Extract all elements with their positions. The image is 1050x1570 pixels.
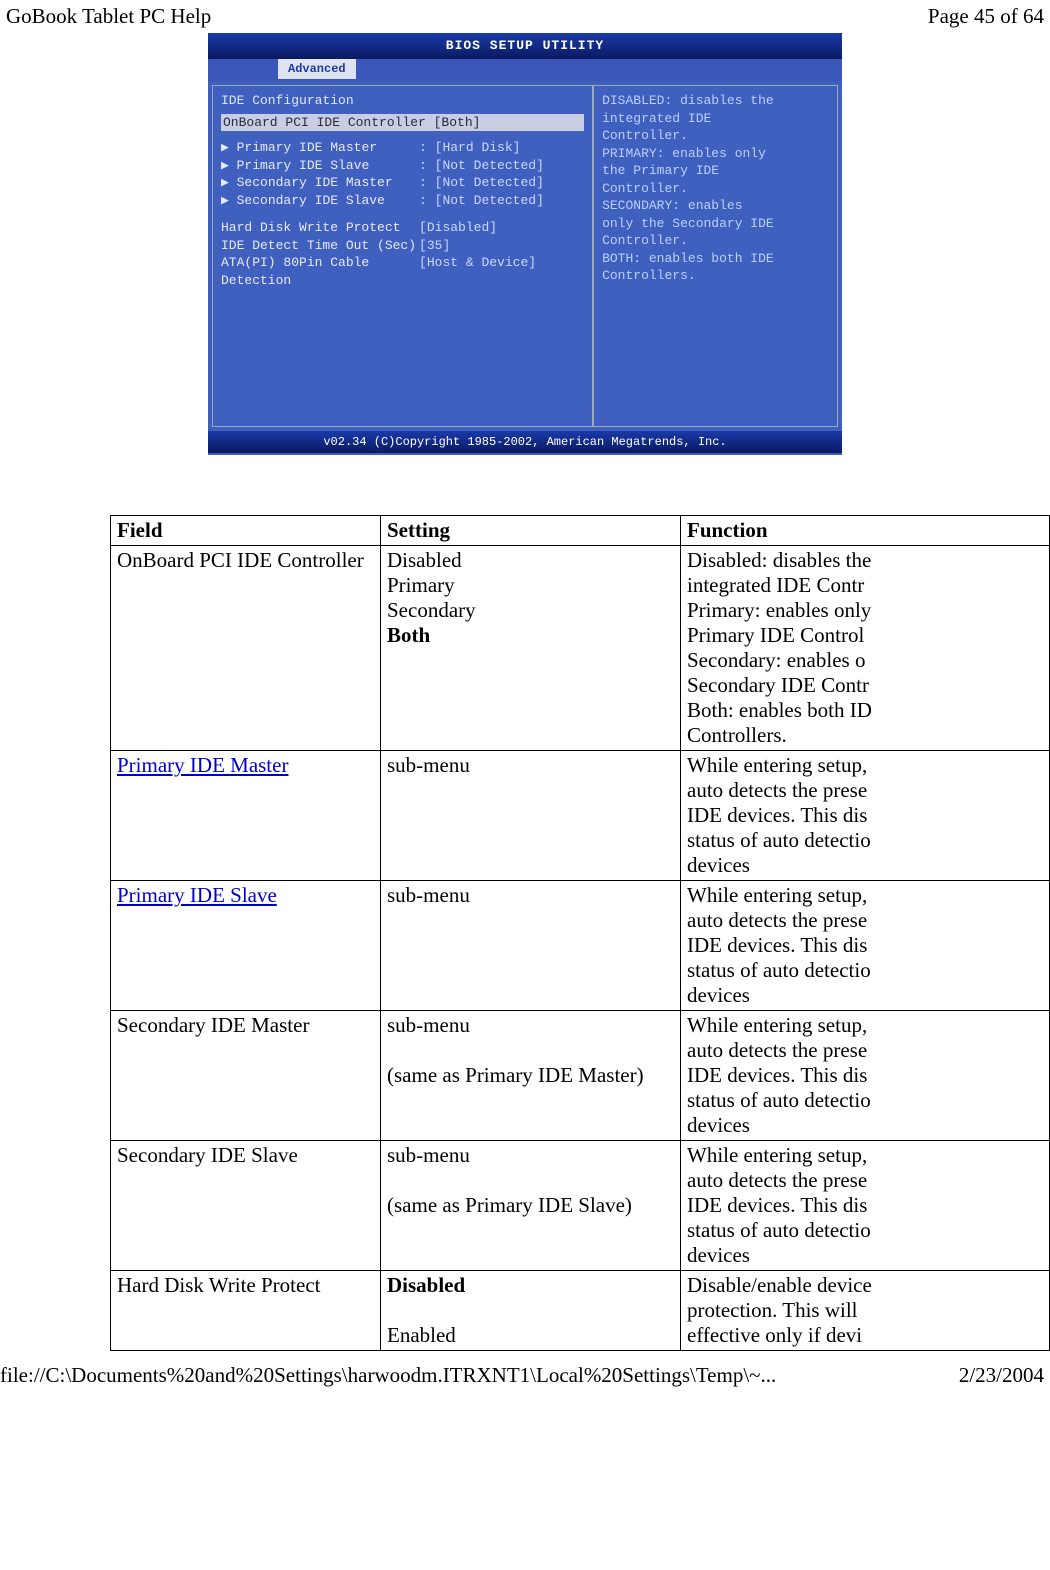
table-row: Secondary IDE Mastersub-menu (same as Pr… [111, 1011, 1050, 1141]
table-row: Primary IDE Slave sub-menu While entering … [111, 881, 1050, 1011]
cell-setting: sub-menu [381, 881, 681, 1011]
bios-title: BIOS SETUP UTILITY [208, 33, 842, 59]
cell-field: Primary IDE Slave [111, 881, 381, 1011]
page-header: GoBook Tablet PC Help Page 45 of 64 [0, 0, 1050, 33]
cell-field: Secondary IDE Master [111, 1011, 381, 1141]
bios-row-key: ▶ Secondary IDE Master [221, 174, 419, 192]
bios-tab-row: Advanced [208, 59, 842, 81]
bios-row-key: ATA(PI) 80Pin Cable Detection [221, 254, 419, 289]
cell-function: While entering setup, auto detects the p… [681, 881, 1050, 1011]
cell-setting: DisabledPrimarySecondaryBoth [381, 546, 681, 751]
bios-help-line: Controller. [602, 127, 829, 145]
setting-line: sub-menu [387, 1013, 674, 1038]
bios-row-val: [Disabled] [419, 219, 584, 237]
cell-setting: sub-menu [381, 751, 681, 881]
cell-setting: Disabled Enabled [381, 1271, 681, 1351]
bios-left-pane: IDE Configuration OnBoard PCI IDE Contro… [212, 85, 593, 427]
bios-help-line: Controllers. [602, 267, 829, 285]
bios-help-line: integrated IDE [602, 110, 829, 128]
bios-help-pane: DISABLED: disables theintegrated IDECont… [593, 85, 838, 427]
th-function: Function [681, 516, 1050, 546]
bios-tab-advanced: Advanced [278, 59, 356, 79]
cell-setting: sub-menu (same as Primary IDE Slave) [381, 1141, 681, 1271]
setting-line: Secondary [387, 598, 674, 623]
setting-default: Both [387, 623, 674, 648]
setting-line: sub-menu [387, 753, 674, 778]
setting-default: Disabled [387, 1273, 674, 1298]
bios-help-line: Controller. [602, 232, 829, 250]
setting-line: Primary [387, 573, 674, 598]
setting-line: (same as Primary IDE Slave) [387, 1193, 674, 1218]
fields-table: Field Setting Function OnBoard PCI IDE C… [110, 515, 1050, 1351]
setting-line: Disabled [387, 548, 674, 573]
bios-section-title: IDE Configuration [221, 92, 584, 110]
bios-highlighted-row: OnBoard PCI IDE Controller [Both] [221, 114, 584, 132]
bios-row: ▶ Secondary IDE Master: [Not Detected] [221, 174, 584, 192]
bios-row-val: : [Not Detected] [419, 192, 584, 210]
field-link[interactable]: Primary IDE Slave [117, 883, 277, 907]
bios-row: ▶ Secondary IDE Slave: [Not Detected] [221, 192, 584, 210]
bios-row-key: ▶ Secondary IDE Slave [221, 192, 419, 210]
cell-field: OnBoard PCI IDE Controller [111, 546, 381, 751]
setting-line [387, 1298, 674, 1323]
bios-row: ▶ Primary IDE Master: [Hard Disk] [221, 139, 584, 157]
field-link[interactable]: Primary IDE Master [117, 753, 288, 777]
bios-help-line: SECONDARY: enables [602, 197, 829, 215]
page-footer: file://C:\Documents%20and%20Settings\har… [0, 1351, 1050, 1392]
bios-row: IDE Detect Time Out (Sec)[35] [221, 237, 584, 255]
table-row: OnBoard PCI IDE ControllerDisabledPrimar… [111, 546, 1050, 751]
doc-title: GoBook Tablet PC Help [6, 4, 211, 29]
bios-help-line: only the Secondary IDE [602, 215, 829, 233]
th-setting: Setting [381, 516, 681, 546]
setting-line: sub-menu [387, 883, 674, 908]
bios-row-key: ▶ Primary IDE Slave [221, 157, 419, 175]
bios-help-line: Controller. [602, 180, 829, 198]
bios-screenshot: BIOS SETUP UTILITY Advanced IDE Configur… [208, 33, 842, 455]
bios-help-line: BOTH: enables both IDE [602, 250, 829, 268]
bios-row: ATA(PI) 80Pin Cable Detection[Host & Dev… [221, 254, 584, 289]
footer-path: file://C:\Documents%20and%20Settings\har… [0, 1363, 776, 1388]
cell-function: Disable/enable device protection. This w… [681, 1271, 1050, 1351]
bios-row-val: [35] [419, 237, 584, 255]
bios-row-val: [Host & Device] [419, 254, 584, 289]
bios-footer: v02.34 (C)Copyright 1985-2002, American … [208, 431, 842, 453]
cell-function: While entering setup, auto detects the p… [681, 751, 1050, 881]
table-row: Secondary IDE Slavesub-menu (same as Pri… [111, 1141, 1050, 1271]
cell-field: Hard Disk Write Protect [111, 1271, 381, 1351]
bios-row: Hard Disk Write Protect[Disabled] [221, 219, 584, 237]
footer-date: 2/23/2004 [959, 1363, 1044, 1388]
setting-line: sub-menu [387, 1143, 674, 1168]
table-row: Hard Disk Write ProtectDisabled EnabledD… [111, 1271, 1050, 1351]
setting-line: (same as Primary IDE Master) [387, 1063, 674, 1088]
page-number: Page 45 of 64 [928, 4, 1044, 29]
bios-row-val: : [Not Detected] [419, 157, 584, 175]
bios-help-line: PRIMARY: enables only [602, 145, 829, 163]
bios-row: ▶ Primary IDE Slave: [Not Detected] [221, 157, 584, 175]
cell-function: Disabled: disables the integrated IDE Co… [681, 546, 1050, 751]
bios-row-key: ▶ Primary IDE Master [221, 139, 419, 157]
table-row: Primary IDE Master sub-menu While entering… [111, 751, 1050, 881]
bios-help-line: DISABLED: disables the [602, 92, 829, 110]
bios-row-key: Hard Disk Write Protect [221, 219, 419, 237]
setting-line: Enabled [387, 1323, 674, 1348]
bios-row-key: IDE Detect Time Out (Sec) [221, 237, 419, 255]
setting-line [387, 1038, 674, 1063]
cell-field: Primary IDE Master [111, 751, 381, 881]
bios-row-val: : [Hard Disk] [419, 139, 584, 157]
cell-function: While entering setup, auto detects the p… [681, 1141, 1050, 1271]
bios-help-line: the Primary IDE [602, 162, 829, 180]
bios-row-val: : [Not Detected] [419, 174, 584, 192]
th-field: Field [111, 516, 381, 546]
cell-function: While entering setup, auto detects the p… [681, 1011, 1050, 1141]
cell-setting: sub-menu (same as Primary IDE Master) [381, 1011, 681, 1141]
cell-field: Secondary IDE Slave [111, 1141, 381, 1271]
setting-line [387, 1168, 674, 1193]
